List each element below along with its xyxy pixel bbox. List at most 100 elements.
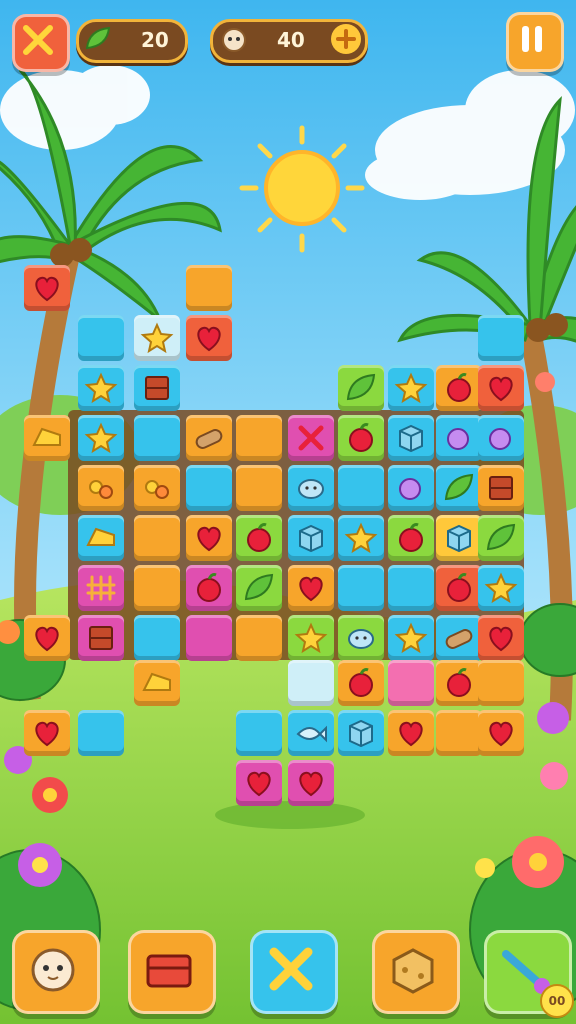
board-tile[interactable] xyxy=(78,465,124,511)
board-tile[interactable] xyxy=(186,315,232,361)
close-button[interactable] xyxy=(12,14,70,72)
board-tile[interactable] xyxy=(24,265,70,311)
board-tile[interactable] xyxy=(236,565,282,611)
board-tile[interactable] xyxy=(236,515,282,561)
board-tile[interactable] xyxy=(236,615,282,661)
board-tile[interactable] xyxy=(134,660,180,706)
board-tile[interactable] xyxy=(338,565,384,611)
apple-icon xyxy=(399,523,423,552)
dock-badge: 00 xyxy=(540,984,574,1018)
board-tile[interactable] xyxy=(338,515,384,561)
crossed-tools-icon xyxy=(269,947,313,991)
board-tile[interactable] xyxy=(288,465,334,511)
board-tile[interactable] xyxy=(388,415,434,461)
pet-slot-button[interactable] xyxy=(12,930,100,1014)
board-tile[interactable] xyxy=(478,365,524,411)
board-tile[interactable] xyxy=(134,565,180,611)
board-tile[interactable] xyxy=(436,515,482,561)
board-tile[interactable] xyxy=(338,615,384,661)
board-tile[interactable] xyxy=(338,660,384,706)
board-tile[interactable] xyxy=(388,515,434,561)
board-tile[interactable] xyxy=(388,465,434,511)
board-tile[interactable] xyxy=(388,565,434,611)
board-tile[interactable] xyxy=(186,565,232,611)
board-tile[interactable] xyxy=(134,515,180,561)
gem-icon xyxy=(399,478,421,500)
board-tile[interactable] xyxy=(436,565,482,611)
board-tile[interactable] xyxy=(338,365,384,411)
board-tile[interactable] xyxy=(478,515,524,561)
board-tile[interactable] xyxy=(478,565,524,611)
resource-counter: 20 xyxy=(76,19,188,63)
board-tile[interactable] xyxy=(186,615,232,661)
board-tile[interactable] xyxy=(78,710,124,756)
board-tile[interactable] xyxy=(78,365,124,411)
board-tile[interactable] xyxy=(338,710,384,756)
board-tile[interactable] xyxy=(388,710,434,756)
board-tile[interactable] xyxy=(288,660,334,706)
chest-slot-button[interactable] xyxy=(128,930,216,1014)
board-tile[interactable] xyxy=(134,415,180,461)
board-tile[interactable] xyxy=(478,660,524,706)
board-tile[interactable] xyxy=(388,660,434,706)
board-tile[interactable] xyxy=(288,615,334,661)
apple-icon xyxy=(447,373,471,402)
board-tile[interactable] xyxy=(186,465,232,511)
board-tile[interactable] xyxy=(288,515,334,561)
board-tile[interactable] xyxy=(436,415,482,461)
board-tile[interactable] xyxy=(236,710,282,756)
board-tile[interactable] xyxy=(436,660,482,706)
board-tile[interactable] xyxy=(478,615,524,661)
resource-count: 20 xyxy=(141,28,169,52)
leaf-icon xyxy=(486,523,516,551)
board-tile[interactable] xyxy=(24,415,70,461)
cheese-icon xyxy=(86,527,115,546)
board-tile[interactable] xyxy=(478,415,524,461)
board-tile[interactable] xyxy=(436,465,482,511)
board-tile[interactable] xyxy=(24,710,70,756)
board-tile[interactable] xyxy=(236,760,282,806)
star-icon xyxy=(484,572,518,604)
add-button[interactable] xyxy=(331,24,361,54)
tools-slot-button[interactable] xyxy=(250,930,338,1014)
board-tile[interactable] xyxy=(236,465,282,511)
board-tile[interactable] xyxy=(134,615,180,661)
board-tile[interactable] xyxy=(436,710,482,756)
pet-counter: 40 xyxy=(210,19,368,63)
board-tile[interactable] xyxy=(388,365,434,411)
board-tile[interactable] xyxy=(134,365,180,411)
board-tile[interactable] xyxy=(78,565,124,611)
board-tile[interactable] xyxy=(388,615,434,661)
board-tile[interactable] xyxy=(288,565,334,611)
board-tile[interactable] xyxy=(78,515,124,561)
board-tile[interactable] xyxy=(236,415,282,461)
board-tile[interactable] xyxy=(78,615,124,661)
board-tile[interactable] xyxy=(78,415,124,461)
board-tile[interactable] xyxy=(436,615,482,661)
board-tile[interactable] xyxy=(186,515,232,561)
board-tile[interactable] xyxy=(478,465,524,511)
board-tile[interactable] xyxy=(186,265,232,311)
chest-icon xyxy=(146,954,192,988)
plus-icon xyxy=(336,29,356,49)
cheese-slot-button[interactable] xyxy=(372,930,460,1014)
board-tile[interactable] xyxy=(338,465,384,511)
board-tile[interactable] xyxy=(134,465,180,511)
board-tile[interactable] xyxy=(338,415,384,461)
board-tile[interactable] xyxy=(436,365,482,411)
pause-button[interactable] xyxy=(506,12,564,72)
board-tile[interactable] xyxy=(186,415,232,461)
board-tile[interactable] xyxy=(134,315,180,361)
board-tile[interactable] xyxy=(24,615,70,661)
heart-icon xyxy=(35,276,59,302)
apple-icon xyxy=(247,523,271,552)
board-tile[interactable] xyxy=(478,710,524,756)
board-tile[interactable] xyxy=(78,315,124,361)
board-tile[interactable] xyxy=(288,710,334,756)
board-tile[interactable] xyxy=(288,415,334,461)
pet-face-icon xyxy=(31,948,75,992)
board-tile[interactable] xyxy=(288,760,334,806)
pet-face-icon xyxy=(222,28,246,52)
board-tile[interactable] xyxy=(478,315,524,361)
heart-icon xyxy=(489,376,513,402)
